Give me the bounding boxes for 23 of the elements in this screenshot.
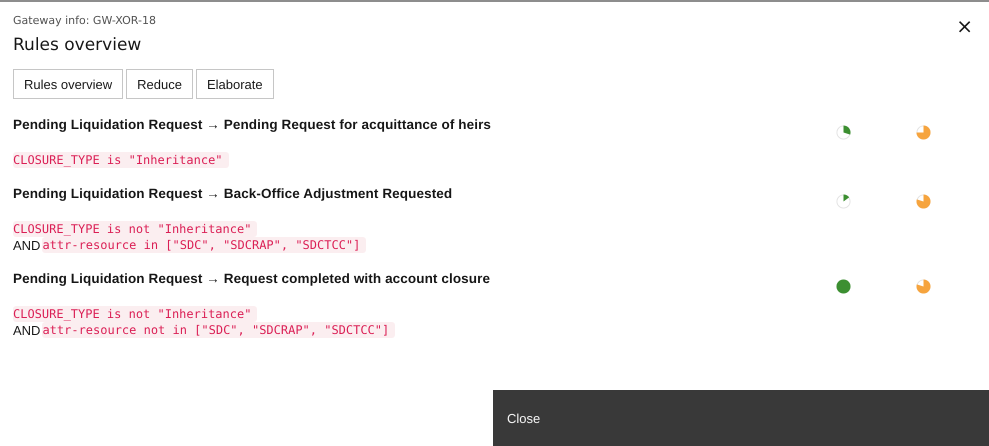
- tab[interactable]: Reduce: [126, 69, 193, 99]
- pie-icon: [916, 279, 930, 294]
- code-snippet: attr-resource in ["SDC", "SDCRAP", "SDCTCC"]: [42, 237, 366, 253]
- pie-icon: [836, 279, 850, 294]
- operator-text: AND: [13, 238, 40, 252]
- operator-text: AND: [13, 322, 40, 338]
- dialog-title: Rules overview: [13, 35, 142, 55]
- pie-icon: [916, 125, 930, 140]
- rule-title: Pending Liquidation Request → Back-Office Adjustment Requested: [13, 186, 454, 201]
- code-snippet: CLOSURE_TYPE is "Inheritance": [13, 152, 229, 168]
- rule-title: Pending Liquidation Request → Pending Request for acquittance of heirs: [13, 117, 492, 132]
- close-button[interactable]: Close: [493, 390, 989, 446]
- tab[interactable]: Elaborate: [196, 69, 274, 99]
- tab[interactable]: Rules overview: [13, 69, 124, 99]
- code-snippet: attr-resource not in ["SDC", "SDCRAP", "SDCTCC"]: [42, 322, 396, 338]
- code-snippet: CLOSURE_TYPE is not "Inheritance": [13, 306, 258, 322]
- pie-icon: [836, 125, 850, 140]
- pie-icon: [916, 194, 930, 209]
- code-snippet: CLOSURE_TYPE is not "Inheritance": [13, 221, 258, 237]
- dialog-label: Gateway info: GW-XOR-18: [13, 14, 156, 27]
- pie-icon: [836, 194, 850, 209]
- rule-title: Pending Liquidation Request → Request completed with account closure: [13, 271, 492, 286]
- close-button[interactable]: ×: [952, 15, 977, 37]
